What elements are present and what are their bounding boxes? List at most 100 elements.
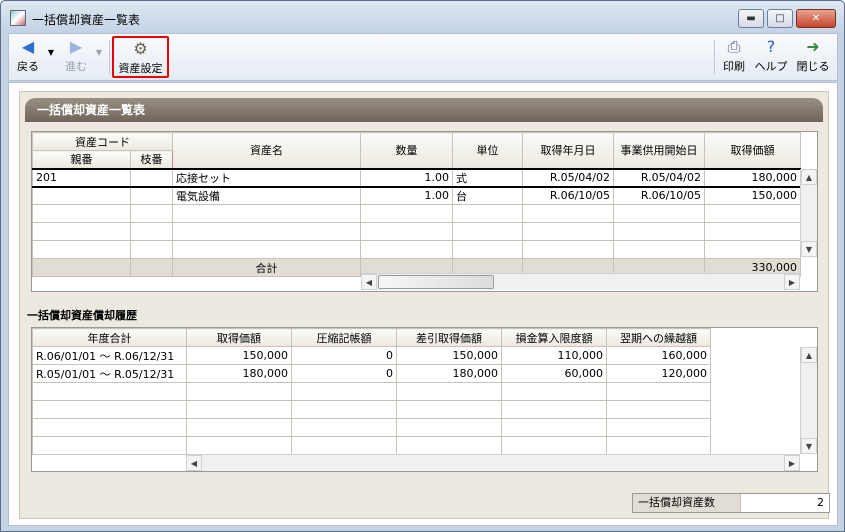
cell bbox=[130, 186, 173, 205]
asset-table: 資産コード 資産名 数量 単位 取得年月日 事業供用開始日 取得価額 親番 枝番… bbox=[32, 132, 801, 277]
asset-count-value: 2 bbox=[817, 496, 824, 509]
table-row bbox=[32, 204, 801, 223]
col-carryover[interactable]: 翌期への繰越額 bbox=[606, 328, 711, 347]
chevron-down-icon: ▼ bbox=[95, 48, 103, 57]
help-button[interactable]: ? ヘルプ bbox=[753, 36, 789, 78]
cell: R.06/10/05 bbox=[522, 186, 614, 205]
cell bbox=[130, 167, 173, 188]
main-area: 一括償却資産一覧表 資産コード 資産名 数量 単位 取得年月日 事業供用開始日 … bbox=[8, 82, 838, 526]
back-button[interactable]: ◀ 戻る bbox=[13, 36, 43, 78]
toolbar: ◀ 戻る ▼ ▶ 進む ▼ ⚙ 資産設定 ⎙ 印刷 ? ヘルプ ➜ 閉じる bbox=[8, 33, 838, 81]
table-row bbox=[32, 222, 801, 241]
close-button[interactable]: ➜ 閉じる bbox=[793, 36, 833, 78]
horizontal-scrollbar[interactable]: ◀ ▶ bbox=[186, 454, 800, 471]
scroll-thumb[interactable] bbox=[378, 275, 494, 289]
horizontal-scrollbar[interactable]: ◀ ▶ bbox=[361, 273, 800, 290]
title-bar: 一括償却資産一覧表 ▬ □ ✕ bbox=[1, 1, 844, 33]
cell: R.05/04/02 bbox=[522, 167, 614, 188]
help-icon: ? bbox=[766, 37, 776, 56]
chevron-down-icon: ▼ bbox=[47, 48, 55, 57]
cell: 150,000 bbox=[186, 346, 292, 365]
scroll-right-button[interactable]: ▶ bbox=[784, 274, 800, 290]
col-acquisition-date[interactable]: 取得年月日 bbox=[522, 132, 614, 169]
cell: R.05/01/01 ～ R.05/12/31 bbox=[32, 364, 187, 383]
table-row[interactable]: R.06/01/01 ～ R.06/12/31 150,000 0 150,00… bbox=[32, 346, 711, 365]
vertical-scrollbar[interactable]: ▲ ▼ bbox=[800, 169, 817, 257]
arrow-right-icon: ▶ bbox=[69, 37, 83, 56]
cell: R.06/10/05 bbox=[613, 186, 705, 205]
cell: 0 bbox=[291, 346, 397, 365]
cell: R.06/01/01 ～ R.06/12/31 bbox=[32, 346, 187, 365]
total-label: 合計 bbox=[172, 258, 361, 277]
toolbar-separator bbox=[109, 40, 110, 74]
cell: 150,000 bbox=[396, 346, 502, 365]
cell: 201 bbox=[32, 167, 131, 188]
col-compression[interactable]: 圧縮記帳額 bbox=[291, 328, 397, 347]
minimize-button[interactable]: ▬ bbox=[738, 9, 764, 28]
exit-icon: ➜ bbox=[806, 37, 820, 56]
cell: 台 bbox=[452, 186, 523, 205]
cell: 120,000 bbox=[606, 364, 711, 383]
print-label: 印刷 bbox=[723, 60, 745, 73]
asset-settings-button[interactable]: ⚙ 資産設定 bbox=[112, 36, 169, 78]
col-quantity[interactable]: 数量 bbox=[360, 132, 453, 169]
app-icon bbox=[10, 10, 26, 26]
col-net-cost[interactable]: 差引取得価額 bbox=[396, 328, 502, 347]
asset-settings-label: 資産設定 bbox=[118, 62, 163, 75]
table-row bbox=[32, 436, 711, 455]
col-fiscal-period[interactable]: 年度合計 bbox=[32, 328, 187, 347]
asset-grid: 資産コード 資産名 数量 単位 取得年月日 事業供用開始日 取得価額 親番 枝番… bbox=[31, 131, 818, 292]
asset-count-box: 一括償却資産数 2 bbox=[632, 493, 830, 513]
close-window-button[interactable]: ✕ bbox=[796, 9, 836, 28]
table-row[interactable]: 電気設備 1.00 台 R.06/10/05 R.06/10/05 150,00… bbox=[32, 186, 801, 205]
printer-icon: ⎙ bbox=[727, 37, 741, 56]
table-row[interactable]: R.05/01/01 ～ R.05/12/31 180,000 0 180,00… bbox=[32, 364, 711, 383]
back-label: 戻る bbox=[17, 60, 39, 73]
history-grid: 年度合計 取得価額 圧縮記帳額 差引取得価額 損金算入限度額 翌期への繰越額 R… bbox=[31, 327, 818, 472]
window: 一括償却資産一覧表 ▬ □ ✕ ◀ 戻る ▼ ▶ 進む ▼ ⚙ 資産設定 ⎙ 印… bbox=[0, 0, 845, 532]
col-parent-no[interactable]: 親番 bbox=[32, 150, 131, 169]
scroll-down-button[interactable]: ▼ bbox=[801, 438, 817, 454]
content-panel: 一括償却資産一覧表 資産コード 資産名 数量 単位 取得年月日 事業供用開始日 … bbox=[19, 91, 830, 519]
cell: R.05/04/02 bbox=[613, 167, 705, 188]
table-row[interactable]: 201 応接セット 1.00 式 R.05/04/02 R.05/04/02 1… bbox=[32, 167, 801, 188]
cell bbox=[32, 186, 131, 205]
scroll-right-button[interactable]: ▶ bbox=[784, 455, 800, 471]
col-asset-code: 資産コード bbox=[32, 132, 173, 151]
cell: 150,000 bbox=[704, 186, 801, 205]
asset-settings-icon: ⚙ bbox=[133, 39, 148, 58]
cell: 0 bbox=[291, 364, 397, 383]
help-label: ヘルプ bbox=[754, 60, 788, 73]
cell: 1.00 bbox=[360, 167, 453, 188]
col-unit[interactable]: 単位 bbox=[452, 132, 523, 169]
col-branch-no[interactable]: 枝番 bbox=[130, 150, 173, 169]
forward-button[interactable]: ▶ 進む bbox=[61, 36, 91, 78]
cell: 180,000 bbox=[186, 364, 292, 383]
vertical-scrollbar[interactable]: ▲ ▼ bbox=[800, 347, 817, 454]
col-deduction-limit[interactable]: 損金算入限度額 bbox=[501, 328, 607, 347]
toolbar-separator bbox=[714, 40, 715, 74]
col-acquisition-cost[interactable]: 取得価額 bbox=[186, 328, 292, 347]
scroll-left-button[interactable]: ◀ bbox=[361, 274, 377, 290]
col-acquisition-cost[interactable]: 取得価額 bbox=[704, 132, 801, 169]
scroll-down-button[interactable]: ▼ bbox=[801, 241, 817, 257]
col-start-date[interactable]: 事業供用開始日 bbox=[613, 132, 705, 169]
forward-label: 進む bbox=[65, 60, 87, 73]
cell: 1.00 bbox=[360, 186, 453, 205]
table-row bbox=[32, 400, 711, 419]
scroll-left-button[interactable]: ◀ bbox=[186, 455, 202, 471]
maximize-button[interactable]: □ bbox=[767, 9, 793, 28]
cell: 180,000 bbox=[704, 167, 801, 188]
col-asset-name[interactable]: 資産名 bbox=[172, 132, 361, 169]
scroll-up-button[interactable]: ▲ bbox=[801, 169, 817, 185]
print-button[interactable]: ⎙ 印刷 bbox=[719, 36, 749, 78]
cell: 応接セット bbox=[172, 167, 361, 188]
cell: 180,000 bbox=[396, 364, 502, 383]
history-table: 年度合計 取得価額 圧縮記帳額 差引取得価額 損金算入限度額 翌期への繰越額 R… bbox=[32, 328, 711, 455]
panel-title: 一括償却資産一覧表 bbox=[25, 98, 823, 122]
scroll-up-button[interactable]: ▲ bbox=[801, 347, 817, 363]
arrow-left-icon: ◀ bbox=[21, 37, 35, 56]
history-section-title: 一括償却資産償却履歴 bbox=[27, 309, 137, 322]
cell: 60,000 bbox=[501, 364, 607, 383]
cell: 電気設備 bbox=[172, 186, 361, 205]
